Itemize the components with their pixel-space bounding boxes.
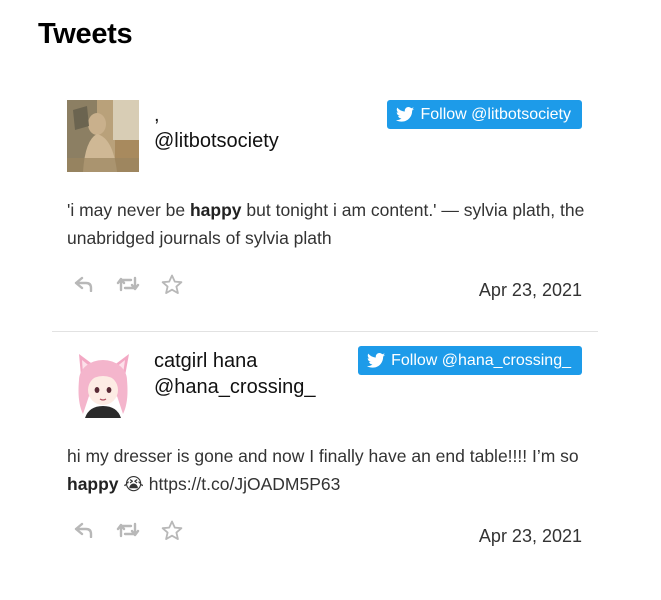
avatar[interactable] bbox=[67, 100, 139, 172]
crying-face-emoji: 😭 bbox=[123, 474, 144, 494]
tweet-text: hi my dresser is gone and now I finally … bbox=[67, 446, 579, 494]
follow-button-label: Follow @litbotsociety bbox=[420, 105, 571, 123]
tweet-date[interactable]: Apr 23, 2021 bbox=[479, 526, 582, 547]
tweet-link[interactable]: https://t.co/JjOADM5P63 bbox=[149, 474, 341, 494]
tweet-actions bbox=[69, 518, 201, 542]
tweet-date[interactable]: Apr 23, 2021 bbox=[479, 280, 582, 301]
reply-icon[interactable] bbox=[69, 272, 99, 296]
highlight-word: happy bbox=[67, 474, 119, 494]
author-info: catgirl hana @hana_crossing_ bbox=[154, 348, 316, 400]
retweet-icon[interactable] bbox=[113, 518, 143, 542]
author-name[interactable]: , bbox=[154, 102, 279, 128]
author-handle[interactable]: @litbotsociety bbox=[154, 128, 279, 154]
follow-button[interactable]: Follow @hana_crossing_ bbox=[358, 346, 582, 375]
star-icon[interactable] bbox=[157, 272, 187, 296]
avatar[interactable] bbox=[67, 346, 139, 418]
author-handle[interactable]: @hana_crossing_ bbox=[154, 374, 316, 400]
star-icon[interactable] bbox=[157, 518, 187, 542]
highlight-word: happy bbox=[189, 200, 242, 220]
twitter-bird-icon bbox=[396, 107, 415, 122]
follow-button[interactable]: Follow @litbotsociety bbox=[387, 100, 582, 129]
tweet-text: 'i may never be happy but tonight i am c… bbox=[67, 200, 585, 248]
retweet-icon[interactable] bbox=[113, 272, 143, 296]
tweet-actions bbox=[69, 272, 201, 296]
follow-button-label: Follow @hana_crossing_ bbox=[391, 351, 571, 369]
tweet-card: catgirl hana @hana_crossing_ Follow @han… bbox=[52, 332, 598, 594]
page-title: Tweets bbox=[38, 18, 133, 50]
reply-icon[interactable] bbox=[69, 518, 99, 542]
tweet-card: , @litbotsociety Follow @litbotsociety '… bbox=[52, 86, 598, 348]
author-info: , @litbotsociety bbox=[154, 102, 279, 154]
author-name[interactable]: catgirl hana bbox=[154, 348, 316, 374]
twitter-bird-icon bbox=[367, 353, 386, 368]
